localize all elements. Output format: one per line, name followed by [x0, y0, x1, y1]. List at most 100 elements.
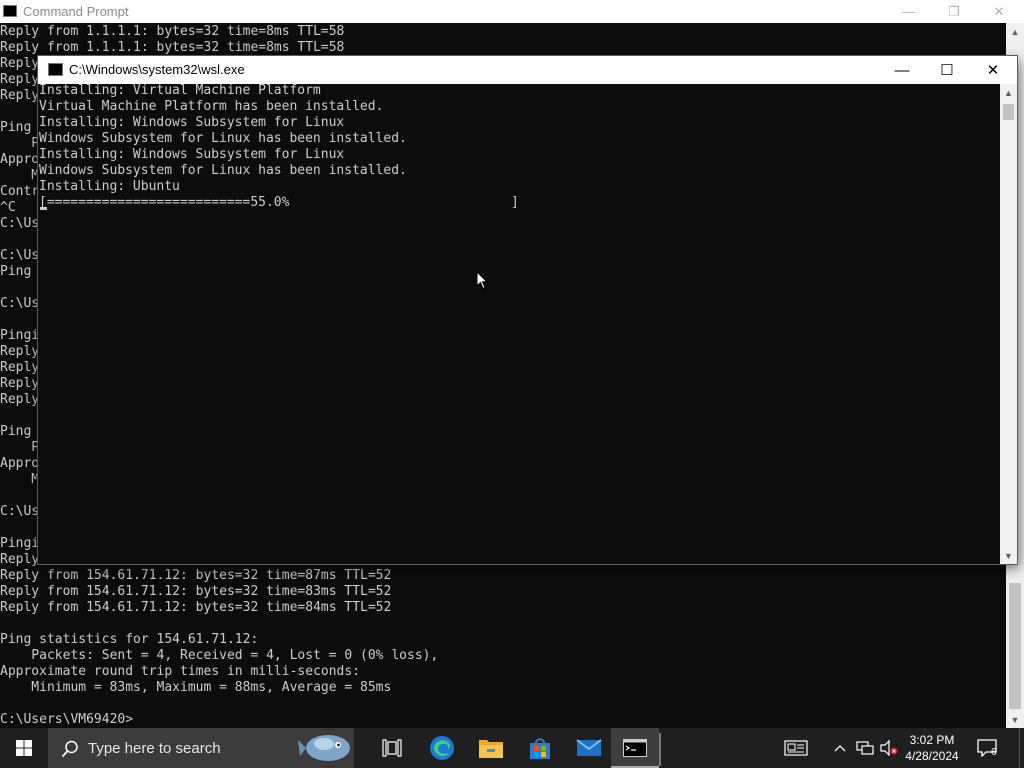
mail-envelope-icon	[576, 739, 602, 756]
install-progress-bar-end: ]	[511, 195, 519, 210]
cmd-line-fragment: Ping	[0, 120, 40, 135]
wsl-line: Installing: Windows Subsystem for Linux	[39, 115, 345, 130]
scroll-down-arrow-icon[interactable]: ▼	[1006, 711, 1024, 728]
cmd-line-fragment: Reply	[0, 72, 40, 87]
volume-muted-icon	[880, 740, 898, 756]
network-status-button[interactable]	[854, 728, 876, 768]
cmd-window-title: Command Prompt	[23, 4, 129, 19]
show-hidden-icons-button[interactable]	[830, 728, 850, 768]
action-center-button[interactable]: 6	[970, 728, 1004, 768]
cmd-line-fragment: Ping	[0, 264, 40, 279]
taskbar-app-command-prompt[interactable]	[611, 728, 659, 768]
cmd-line: Packets: Sent = 4, Received = 4, Lost = …	[0, 648, 439, 663]
wsl-line: Virtual Machine Platform has been instal…	[39, 99, 384, 114]
wsl-console-output[interactable]: Installing: Virtual Machine Platform Vir…	[38, 84, 1000, 564]
cmd-line-fragment: M	[0, 472, 40, 487]
wsl-window[interactable]: C:\Windows\system32\wsl.exe — ☐ ✕ Instal…	[38, 56, 1017, 564]
wsl-line: Windows Subsystem for Linux has been ins…	[39, 163, 407, 178]
wsl-app-icon	[48, 63, 63, 76]
cmd-line-fragment: Reply	[0, 56, 40, 71]
cmd-scroll-thumb[interactable]	[1009, 583, 1021, 709]
cmd-line: Reply from 1.1.1.1: bytes=32 time=8ms TT…	[0, 40, 345, 55]
text-cursor	[40, 207, 47, 210]
cmd-line-fragment: Reply	[0, 344, 40, 359]
cmd-line-fragment: Appro	[0, 456, 40, 471]
cmd-minimize-button[interactable]: —	[886, 0, 932, 23]
taskbar-app-stack-edge	[659, 733, 661, 766]
cmd-line-fragment: C:\Us	[0, 216, 40, 231]
taskbar-app-mail[interactable]	[565, 728, 613, 768]
cmd-line-fragment: P	[0, 136, 40, 151]
volume-button[interactable]	[878, 728, 900, 768]
cmd-line: Ping statistics for 154.61.71.12:	[0, 632, 259, 647]
clock-date: 4/28/2024	[905, 749, 959, 763]
cmd-line-fragment: C:\Us	[0, 504, 40, 519]
start-button[interactable]	[0, 728, 48, 768]
taskbar: Type here to search 3:02 PM 4/28/2024 6	[0, 728, 1024, 768]
chevron-up-icon	[834, 745, 846, 752]
cmd-line: Approximate round trip times in milli-se…	[0, 664, 361, 679]
cmd-line: Reply from 154.61.71.12: bytes=32 time=8…	[0, 584, 392, 599]
taskbar-app-file-explorer[interactable]	[467, 728, 515, 768]
wsl-title-bar[interactable]: C:\Windows\system32\wsl.exe — ☐ ✕	[38, 56, 1017, 84]
clock-time: 3:02 PM	[909, 733, 955, 747]
taskbar-app-microsoft-store[interactable]	[516, 728, 564, 768]
cmd-title-bar[interactable]: Command Prompt — ❐ ✕	[0, 0, 1024, 23]
search-highlight-image-icon[interactable]	[298, 728, 354, 768]
scroll-up-arrow-icon[interactable]: ▲	[1006, 23, 1024, 40]
cmd-line-fragment: Contr	[0, 184, 40, 199]
news-icon	[784, 740, 808, 756]
wsl-maximize-button[interactable]: ☐	[924, 56, 970, 84]
edge-icon	[430, 736, 454, 760]
wsl-line: Windows Subsystem for Linux has been ins…	[39, 131, 407, 146]
cmd-line: Reply from 154.61.71.12: bytes=32 time=8…	[0, 568, 392, 583]
cmd-line-fragment: C:\Us	[0, 248, 40, 263]
cmd-line-fragment: Reply	[0, 360, 40, 375]
cmd-line-fragment: Pingi	[0, 328, 40, 343]
cmd-line-fragment: C:\Us	[0, 296, 40, 311]
wsl-window-title: C:\Windows\system32\wsl.exe	[69, 62, 245, 77]
command-prompt-icon	[623, 739, 647, 757]
news-and-interests-button[interactable]	[780, 728, 812, 768]
cmd-line-fragment: Ping	[0, 424, 40, 439]
install-progress-bar: [==========================55.0%	[39, 195, 290, 210]
mouse-pointer-icon	[476, 271, 488, 290]
wsl-line: Installing: Ubuntu	[39, 179, 180, 194]
task-view-button[interactable]	[368, 728, 416, 768]
cmd-close-button[interactable]: ✕	[976, 0, 1022, 23]
task-view-icon	[382, 739, 402, 757]
cmd-line-fragment: ^C	[0, 200, 16, 215]
wsl-minimize-button[interactable]: —	[879, 56, 925, 84]
cmd-prompt: C:\Users\VM69420>	[0, 712, 134, 727]
cmd-line: Minimum = 83ms, Maximum = 88ms, Average …	[0, 680, 392, 695]
show-desktop-button[interactable]	[1019, 728, 1024, 768]
cmd-app-icon	[3, 5, 17, 17]
cmd-line-fragment: P	[0, 440, 40, 455]
wsl-scroll-thumb[interactable]	[1003, 104, 1014, 120]
cmd-restore-button[interactable]: ❐	[931, 0, 977, 23]
scroll-up-arrow-icon[interactable]: ▲	[1000, 84, 1017, 101]
scroll-down-arrow-icon[interactable]: ▼	[1000, 547, 1017, 564]
taskbar-clock[interactable]: 3:02 PM 4/28/2024	[898, 728, 966, 768]
cmd-line-fragment: Appro	[0, 152, 40, 167]
search-icon	[61, 740, 78, 758]
taskbar-app-edge[interactable]	[418, 728, 466, 768]
notification-count-badge: 6	[991, 747, 997, 758]
cmd-line: Reply from 154.61.71.12: bytes=32 time=8…	[0, 600, 392, 615]
cmd-line-fragment: Reply	[0, 88, 40, 103]
store-bag-icon	[530, 738, 550, 759]
wsl-line: Installing: Windows Subsystem for Linux	[39, 147, 345, 162]
cmd-line: Reply from 1.1.1.1: bytes=32 time=8ms TT…	[0, 24, 345, 39]
windows-logo-icon	[16, 740, 32, 756]
search-placeholder: Type here to search	[88, 740, 221, 757]
cmd-line-fragment: Pingi	[0, 536, 40, 551]
folder-icon	[479, 740, 503, 758]
wsl-close-button[interactable]: ✕	[970, 56, 1016, 84]
cmd-line-fragment: Reply	[0, 376, 40, 391]
wsl-line: Installing: Virtual Machine Platform	[39, 84, 321, 98]
cmd-line-fragment: M	[0, 168, 40, 183]
wsl-scrollbar[interactable]: ▲ ▼	[1000, 84, 1017, 564]
cmd-line-fragment: Reply	[0, 552, 40, 567]
network-icon	[856, 741, 874, 755]
cmd-line-fragment: Reply	[0, 392, 40, 407]
